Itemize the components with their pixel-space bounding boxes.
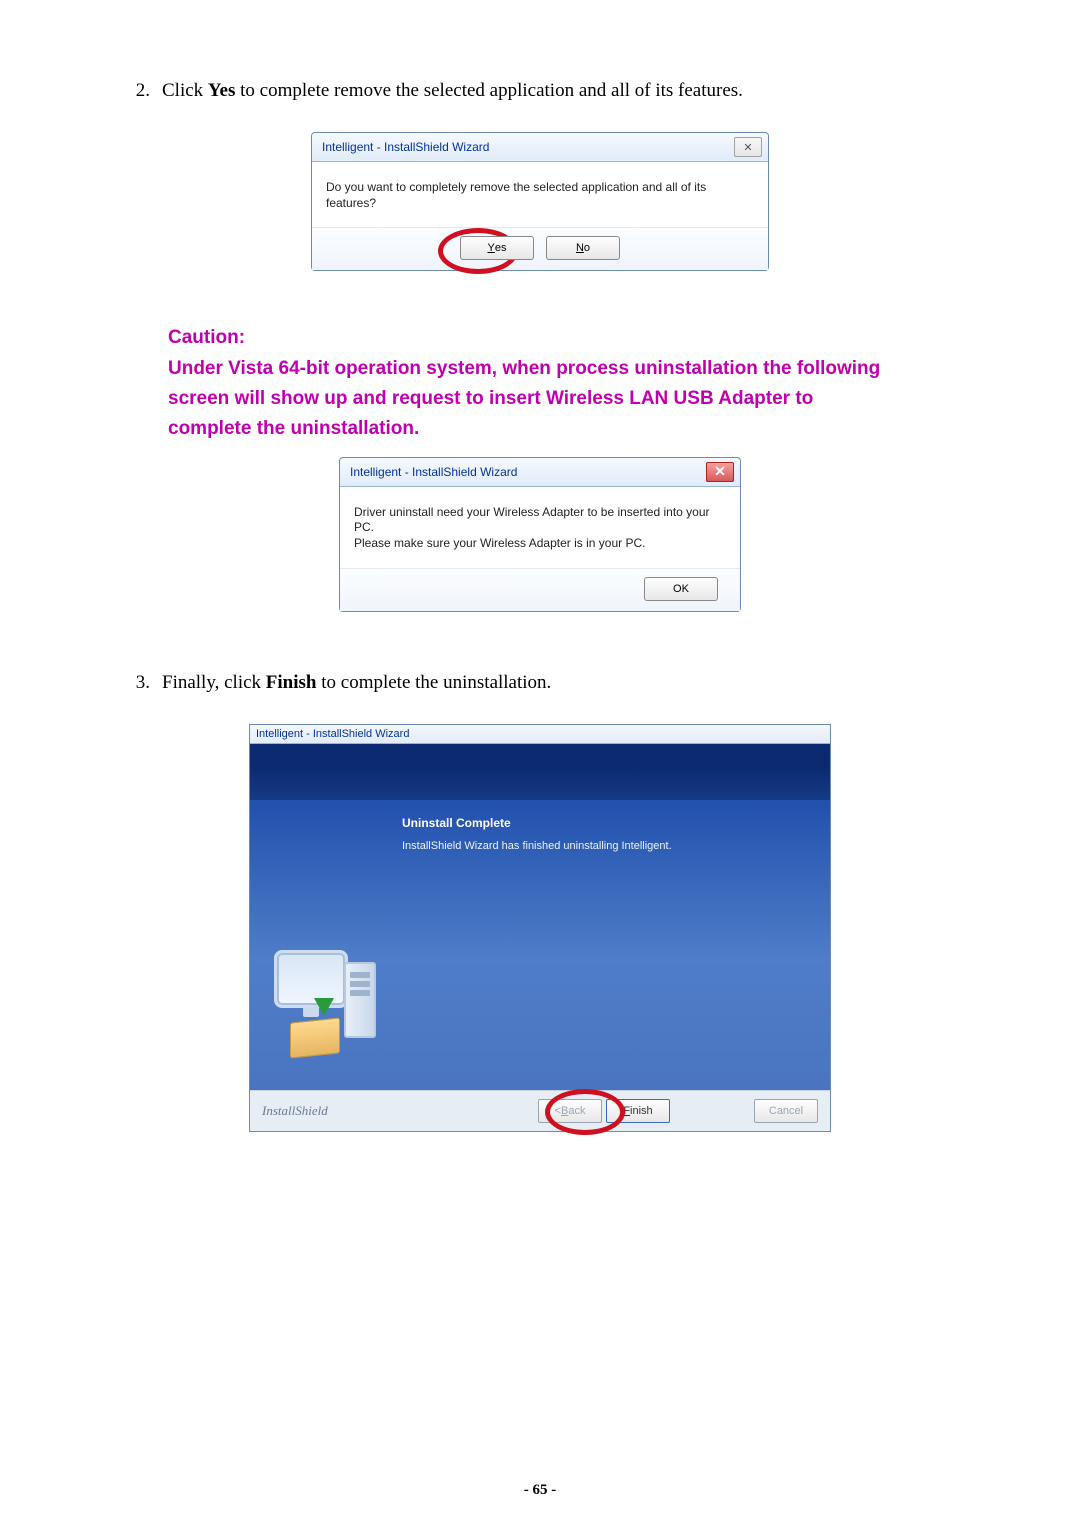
step-2-suffix: to complete remove the selected applicat… bbox=[235, 80, 743, 101]
caution-text: Under Vista 64-bit operation system, whe… bbox=[168, 354, 888, 445]
wizard-titlebar: Intelligent - InstallShield Wizard bbox=[250, 725, 830, 744]
step-2-text: Click Yes to complete remove the selecte… bbox=[162, 80, 952, 102]
dialog-titlebar: Intelligent - InstallShield Wizard ✕ bbox=[312, 133, 768, 162]
step-2: 2. Click Yes to complete remove the sele… bbox=[128, 80, 952, 102]
monitor-icon bbox=[274, 950, 348, 1008]
confirm-remove-dialog: Intelligent - InstallShield Wizard ✕ Do … bbox=[311, 132, 769, 271]
uninstall-complete-wizard: Intelligent - InstallShield Wizard Unins… bbox=[249, 724, 831, 1132]
dialog-title: Intelligent - InstallShield Wizard bbox=[322, 140, 489, 154]
computer-box-illustration bbox=[266, 942, 386, 1062]
insert-adapter-dialog: Intelligent - InstallShield Wizard ✕ Dri… bbox=[339, 457, 741, 612]
tower-icon bbox=[344, 962, 376, 1038]
no-button[interactable]: No bbox=[546, 236, 620, 260]
wizard-sidebar bbox=[250, 800, 402, 1090]
dialog-message: Do you want to completely remove the sel… bbox=[312, 162, 768, 227]
step-3-prefix: Finally, click bbox=[162, 672, 266, 693]
step-3: 3. Finally, click Finish to complete the… bbox=[128, 672, 952, 694]
dialog2-line1: Driver uninstall need your Wireless Adap… bbox=[354, 505, 726, 536]
wizard-body: Uninstall Complete InstallShield Wizard … bbox=[250, 800, 830, 1090]
caution-heading: Caution: bbox=[168, 323, 888, 353]
package-box-icon bbox=[290, 1017, 340, 1058]
step-2-bold: Yes bbox=[208, 80, 235, 101]
wizard-banner bbox=[250, 744, 830, 800]
document-page: 2. Click Yes to complete remove the sele… bbox=[0, 0, 1080, 1527]
cancel-button[interactable]: Cancel bbox=[754, 1099, 818, 1123]
wizard-body-text: InstallShield Wizard has finished uninst… bbox=[402, 840, 814, 852]
step-3-text: Finally, click Finish to complete the un… bbox=[162, 672, 952, 694]
dialog2-title: Intelligent - InstallShield Wizard bbox=[350, 465, 517, 479]
finish-button[interactable]: Finish bbox=[606, 1099, 670, 1123]
wizard-heading: Uninstall Complete bbox=[402, 816, 814, 830]
step-2-prefix: Click bbox=[162, 80, 208, 101]
dialog2-titlebar: Intelligent - InstallShield Wizard ✕ bbox=[340, 458, 740, 487]
wizard-footer: InstallShield < Back Finish Cancel bbox=[250, 1090, 830, 1131]
arrow-down-icon bbox=[314, 998, 334, 1016]
yes-button[interactable]: Yes bbox=[460, 236, 534, 260]
step-3-bold: Finish bbox=[266, 672, 317, 693]
dialog2-message: Driver uninstall need your Wireless Adap… bbox=[340, 487, 740, 568]
wizard-title: Intelligent - InstallShield Wizard bbox=[256, 728, 409, 740]
close-icon[interactable]: ✕ bbox=[706, 462, 734, 482]
wizard-content: Uninstall Complete InstallShield Wizard … bbox=[402, 800, 830, 1090]
caution-block: Caution: Under Vista 64-bit operation sy… bbox=[168, 323, 888, 445]
dialog2-line2: Please make sure your Wireless Adapter i… bbox=[354, 536, 726, 552]
dialog-button-row: Yes No bbox=[312, 227, 768, 270]
page-number: - 65 - bbox=[0, 1482, 1080, 1499]
step-2-number: 2. bbox=[128, 80, 150, 102]
back-button[interactable]: < Back bbox=[538, 1099, 602, 1123]
step-3-suffix: to complete the uninstallation. bbox=[316, 672, 551, 693]
installshield-brand: InstallShield bbox=[262, 1103, 328, 1119]
step-3-number: 3. bbox=[128, 672, 150, 694]
ok-button[interactable]: OK bbox=[644, 577, 718, 601]
dialog2-button-row: OK bbox=[340, 568, 740, 611]
close-icon[interactable]: ✕ bbox=[734, 137, 762, 157]
